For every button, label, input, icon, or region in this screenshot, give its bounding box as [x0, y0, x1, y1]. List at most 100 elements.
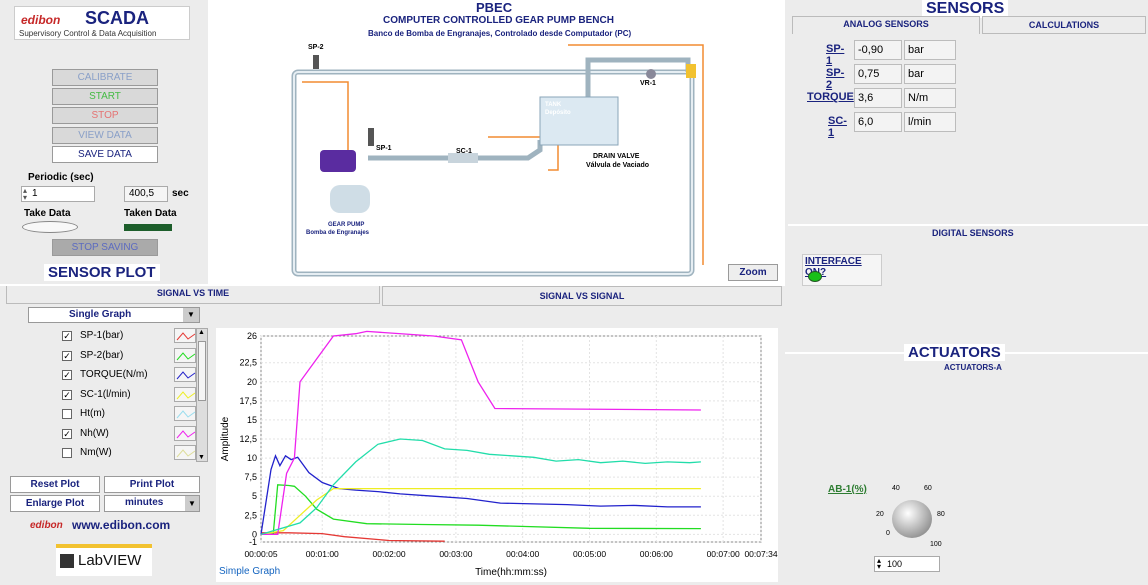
take-data-toggle[interactable]	[22, 221, 78, 233]
graph-mode-value: Single Graph	[69, 309, 132, 320]
scroll-down-icon[interactable]: ▼	[198, 454, 205, 461]
tab-signal-vs-time[interactable]: SIGNAL VS TIME	[6, 286, 380, 304]
channel-color-swatch[interactable]	[174, 406, 196, 421]
channel-checkbox[interactable]	[62, 448, 72, 458]
channel-color-swatch[interactable]	[174, 347, 196, 363]
channel-checkbox[interactable]: ✓	[62, 389, 72, 400]
channel-label: Ht(m)	[80, 408, 105, 419]
channel-checkbox[interactable]: ✓	[62, 350, 72, 361]
channel-item[interactable]: ✓ TORQUE(N/m)	[62, 367, 196, 383]
channel-item[interactable]: Nm(W)	[62, 445, 196, 461]
save-data-button[interactable]: SAVE DATA	[52, 146, 158, 163]
process-schematic	[291, 44, 704, 277]
y-tick-label: 22,5	[239, 358, 257, 368]
process-diagram: PBEC COMPUTER CONTROLLED GEAR PUMP BENCH…	[208, 0, 785, 284]
time-units-select[interactable]: minutes ▼	[104, 495, 200, 512]
outer-pipe	[291, 69, 695, 277]
actuator-stepper-icon[interactable]: ▴ ▾	[877, 557, 881, 571]
channel-checkbox[interactable]	[62, 409, 72, 419]
actuator-value-input[interactable]: ▴ ▾ 100	[874, 556, 940, 572]
control-panel: edibon SCADA Supervisory Control & Data …	[0, 0, 206, 287]
channel-item[interactable]: ✓ Nh(W)	[62, 425, 196, 442]
stop-button[interactable]: STOP	[52, 107, 158, 124]
y-tick-label: 10	[247, 453, 257, 463]
drain-es-label: Válvula de Vaciado	[586, 162, 650, 169]
chart-area: 26 22,5 20 17,5 15 12,5 10 7,5 5 2,5 0 -1 00:00:05 00…	[216, 328, 778, 582]
sensor-plot-header: SENSOR PLOT	[44, 264, 160, 281]
sp1-label: SP-1	[376, 145, 392, 152]
channel-scrollbar[interactable]: ▲ ▼	[196, 328, 208, 462]
channel-checkbox[interactable]: ✓	[62, 428, 72, 439]
stop-saving-button[interactable]: STOP SAVING	[52, 239, 158, 256]
sensor-unit-torque: N/m	[904, 88, 956, 108]
channel-checkbox[interactable]: ✓	[62, 331, 72, 341]
view-data-button[interactable]: VIEW DATA	[52, 127, 158, 144]
actuator-value: 100	[887, 559, 903, 569]
tab-calculations[interactable]: CALCULATIONS	[982, 16, 1146, 34]
channel-list: ✓ SP-1(bar) ✓ SP-2(bar) ✓ TORQUE(N/m) ✓ SC-1(l/…	[60, 328, 210, 464]
sensor-value-sc1: 6,0	[854, 112, 902, 132]
x-tick-label: 00:01:00	[306, 549, 339, 559]
x-tick-label: 00:04:00	[506, 549, 539, 559]
actuator-knob[interactable]	[892, 500, 932, 538]
channel-item[interactable]: ✓ SP-1(bar)	[62, 328, 196, 344]
edibon-logo: edibon	[21, 13, 61, 27]
knob-tick-60: 60	[924, 485, 932, 492]
y-tick-label: -1	[249, 537, 257, 547]
labview-text: LabVIEW	[78, 552, 142, 569]
elapsed-value: 400,5	[129, 188, 155, 199]
channel-checkbox[interactable]: ✓	[62, 370, 72, 380]
x-tick-label: 00:02:00	[373, 549, 406, 559]
interface-box: INTERFACE ON?	[802, 254, 882, 286]
scroll-up-icon[interactable]: ▲	[198, 329, 205, 336]
sensor-name-sp2[interactable]: SP-2	[826, 67, 844, 91]
periodic-input[interactable]: ▴ ▾ 1	[21, 186, 95, 202]
sensor-name-sc1[interactable]: SC-1	[828, 115, 847, 139]
x-tick-label: 00:00:05	[244, 549, 277, 559]
reset-plot-button[interactable]: Reset Plot	[10, 476, 100, 493]
tank-es-label: Depósito	[545, 110, 571, 116]
labview-logo: LabVIEW	[56, 544, 152, 576]
zoom-button[interactable]: Zoom	[728, 264, 778, 281]
print-plot-button[interactable]: Print Plot	[104, 476, 200, 493]
interface-led-icon	[808, 271, 822, 282]
sp2-label: SP-2	[308, 44, 324, 51]
channel-color-swatch[interactable]	[174, 386, 196, 402]
knob-tick-20: 20	[876, 511, 884, 518]
sp2-sensor	[313, 55, 319, 69]
calibrate-button[interactable]: CALIBRATE	[52, 69, 158, 86]
channel-item[interactable]: ✓ SP-2(bar)	[62, 347, 196, 364]
line-chart: 2622,52017,51512,5107,552,50-100:00:05 00…	[220, 330, 778, 578]
y-tick-label: 5	[252, 491, 257, 501]
tab-analog-sensors[interactable]: ANALOG SENSORS	[792, 16, 980, 34]
actuators-subheader: ACTUATORS-A	[944, 363, 1002, 372]
knob-tick-100: 100	[930, 541, 942, 548]
x-tick-label: 00:05:00	[573, 549, 606, 559]
periodic-label: Periodic (sec)	[28, 172, 94, 183]
channel-color-swatch[interactable]	[174, 425, 196, 441]
actuators-panel: ACTUATORS ACTUATORS-A AB-1(%) 0 20 40 60…	[788, 344, 1148, 584]
channel-color-swatch[interactable]	[174, 445, 196, 460]
sensor-name-torque[interactable]: TORQUE	[807, 91, 854, 103]
periodic-stepper-icon[interactable]: ▴ ▾	[23, 187, 27, 202]
tab-signal-vs-signal[interactable]: SIGNAL VS SIGNAL	[382, 286, 782, 306]
graph-mode-select[interactable]: Single Graph ▼	[28, 307, 200, 323]
start-button[interactable]: START	[52, 88, 158, 105]
y-tick-label: 12,5	[239, 434, 257, 444]
channel-label: SP-1(bar)	[80, 330, 124, 341]
app-subtitle: Supervisory Control & Data Acquisition	[19, 29, 157, 38]
sp1-sensor	[368, 128, 374, 146]
channel-color-swatch[interactable]	[174, 328, 196, 343]
taken-data-indicator	[124, 224, 172, 231]
labview-icon	[60, 554, 74, 568]
channel-item[interactable]: Ht(m)	[62, 406, 196, 422]
sensor-value-sp2: 0,75	[854, 64, 902, 84]
channel-label: TORQUE(N/m)	[80, 369, 148, 380]
simple-graph-label[interactable]: Simple Graph	[219, 566, 280, 577]
enlarge-plot-button[interactable]: Enlarge Plot	[10, 495, 100, 512]
channel-color-swatch[interactable]	[174, 367, 196, 382]
sensor-name-sp1[interactable]: SP-1	[826, 43, 844, 67]
channel-item[interactable]: ✓ SC-1(l/min)	[62, 386, 196, 403]
scroll-thumb[interactable]	[198, 341, 206, 401]
channel-label: SC-1(l/min)	[80, 388, 131, 400]
